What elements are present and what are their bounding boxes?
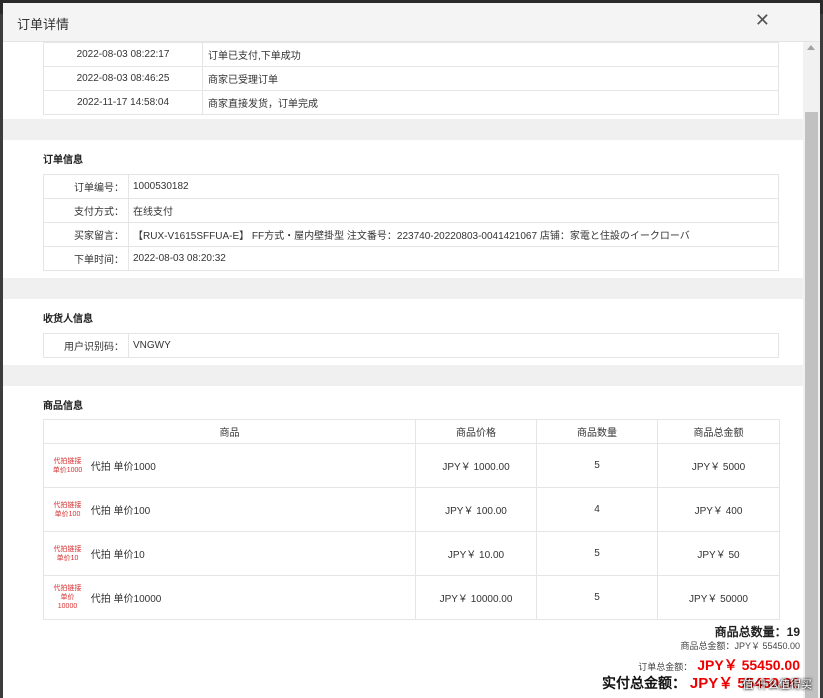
receiver-info-title: 收货人信息 — [43, 314, 93, 325]
table-row: 代拍链接 单价10 代拍 单价10 JPY￥ 10.00 5 JPY￥ 50 — [43, 531, 780, 576]
col-header-product: 商品 — [43, 419, 416, 444]
order-time-label: 下单时间： — [43, 246, 129, 271]
product-qty: 5 — [536, 443, 658, 488]
goods-info-title: 商品信息 — [43, 401, 83, 412]
user-id-label: 用户识别码： — [43, 333, 129, 358]
product-name[interactable]: 代拍 单价10 — [91, 546, 145, 561]
log-row: 2022-08-03 08:46:25 商家已受理订单 — [43, 66, 779, 91]
product-cell: 代拍链接 单价10 代拍 单价10 — [43, 531, 416, 576]
log-row: 2022-08-03 08:22:17 订单已支付,下单成功 — [43, 42, 779, 67]
goods-total-line: 商品总金额：JPY￥ 55450.00 — [680, 639, 800, 652]
goods-total-value: JPY￥ 55450.00 — [734, 641, 800, 651]
table-row: 代拍链接 单价1000 代拍 单价1000 JPY￥ 1000.00 5 JPY… — [43, 443, 780, 488]
col-header-price: 商品价格 — [415, 419, 537, 444]
dialog-title: 订单详情 — [17, 17, 70, 32]
product-qty: 4 — [536, 487, 658, 532]
table-row: 代拍链接 单价100 代拍 单价100 JPY￥ 100.00 4 JPY￥ 4… — [43, 487, 780, 532]
order-no-value: 1000530182 — [128, 174, 779, 199]
vertical-scrollbar[interactable] — [803, 42, 820, 698]
product-name[interactable]: 代拍 单价1000 — [91, 458, 156, 473]
order-info-title: 订单信息 — [43, 155, 83, 166]
info-row: 支付方式： 在线支付 — [43, 198, 779, 223]
total-qty-label: 商品总数量： — [714, 625, 787, 639]
order-time-value: 2022-08-03 08:20:32 — [128, 246, 779, 271]
log-time: 2022-08-03 08:46:25 — [43, 66, 203, 91]
log-time: 2022-11-17 14:58:04 — [43, 90, 203, 115]
product-thumbnail[interactable]: 代拍链接 单价10000 — [51, 584, 84, 611]
watermark: 值·什么值得买 — [742, 679, 812, 691]
product-price: JPY￥ 100.00 — [415, 487, 537, 532]
user-id-value: VNGWY — [128, 333, 779, 358]
info-row: 买家留言： 【RUX-V1615SFFUA-E】 FF方式・屋内壁掛型 注文番号… — [43, 222, 779, 247]
product-price: JPY￥ 1000.00 — [415, 443, 537, 488]
info-row: 订单编号： 1000530182 — [43, 174, 779, 199]
total-qty-value: 19 — [786, 625, 800, 639]
product-name[interactable]: 代拍 单价100 — [91, 502, 150, 517]
product-thumbnail[interactable]: 代拍链接 单价100 — [51, 501, 84, 519]
product-total: JPY￥ 50000 — [657, 575, 780, 620]
product-name[interactable]: 代拍 单价10000 — [91, 590, 162, 605]
product-price: JPY￥ 10.00 — [415, 531, 537, 576]
scrollbar-thumb[interactable] — [805, 112, 818, 698]
product-thumbnail[interactable]: 代拍链接 单价1000 — [51, 457, 84, 475]
log-message: 商家直接发货，订单完成 — [202, 90, 779, 115]
order-detail-dialog: 订单详情 ✕ 2022-08-03 08:22:17 订单已支付,下单成功 20… — [3, 3, 820, 698]
close-icon[interactable]: ✕ — [755, 10, 770, 31]
total-qty-line: 商品总数量：19 — [715, 623, 800, 640]
order-log-table: 2022-08-03 08:22:17 订单已支付,下单成功 2022-08-0… — [43, 42, 779, 115]
product-price: JPY￥ 10000.00 — [415, 575, 537, 620]
info-row: 下单时间： 2022-08-03 08:20:32 — [43, 246, 779, 271]
product-total: JPY￥ 400 — [657, 487, 780, 532]
buyer-note-value: 【RUX-V1615SFFUA-E】 FF方式・屋内壁掛型 注文番号：22374… — [128, 222, 779, 247]
product-thumbnail[interactable]: 代拍链接 单价10 — [51, 545, 84, 563]
section-divider — [3, 119, 803, 140]
order-info-table: 订单编号： 1000530182 支付方式： 在线支付 买家留言： 【RUX-V… — [43, 174, 779, 271]
receiver-info-table: 用户识别码： VNGWY — [43, 333, 779, 358]
log-row: 2022-11-17 14:58:04 商家直接发货，订单完成 — [43, 90, 779, 115]
log-time: 2022-08-03 08:22:17 — [43, 42, 203, 67]
log-message: 订单已支付,下单成功 — [202, 42, 779, 67]
section-divider — [3, 278, 803, 299]
product-total: JPY￥ 50 — [657, 531, 780, 576]
product-cell: 代拍链接 单价100 代拍 单价100 — [43, 487, 416, 532]
dialog-content: 2022-08-03 08:22:17 订单已支付,下单成功 2022-08-0… — [3, 42, 803, 698]
goods-header-row: 商品 商品价格 商品数量 商品总金额 — [43, 419, 780, 444]
log-message: 商家已受理订单 — [202, 66, 779, 91]
payment-label: 支付方式： — [43, 198, 129, 223]
payment-value: 在线支付 — [128, 198, 779, 223]
scroll-up-arrow-icon[interactable] — [807, 45, 815, 50]
info-row: 用户识别码： VNGWY — [43, 333, 779, 358]
order-total-label: 订单总金额： — [638, 662, 693, 672]
product-cell: 代拍链接 单价10000 代拍 单价10000 — [43, 575, 416, 620]
col-header-qty: 商品数量 — [536, 419, 658, 444]
section-divider — [3, 365, 803, 386]
product-cell: 代拍链接 单价1000 代拍 单价1000 — [43, 443, 416, 488]
product-qty: 5 — [536, 531, 658, 576]
paid-total-label: 实付总金额： — [602, 675, 687, 691]
goods-total-label: 商品总金额： — [680, 641, 735, 651]
order-no-label: 订单编号： — [43, 174, 129, 199]
dialog-titlebar: 订单详情 ✕ — [3, 3, 820, 42]
product-qty: 5 — [536, 575, 658, 620]
col-header-total: 商品总金额 — [657, 419, 780, 444]
buyer-note-label: 买家留言： — [43, 222, 129, 247]
order-total-value: JPY￥ 55450.00 — [697, 657, 800, 673]
goods-table: 商品 商品价格 商品数量 商品总金额 代拍链接 单价1000 代拍 单价1000… — [43, 419, 780, 620]
product-total: JPY￥ 5000 — [657, 443, 780, 488]
table-row: 代拍链接 单价10000 代拍 单价10000 JPY￥ 10000.00 5 … — [43, 575, 780, 620]
